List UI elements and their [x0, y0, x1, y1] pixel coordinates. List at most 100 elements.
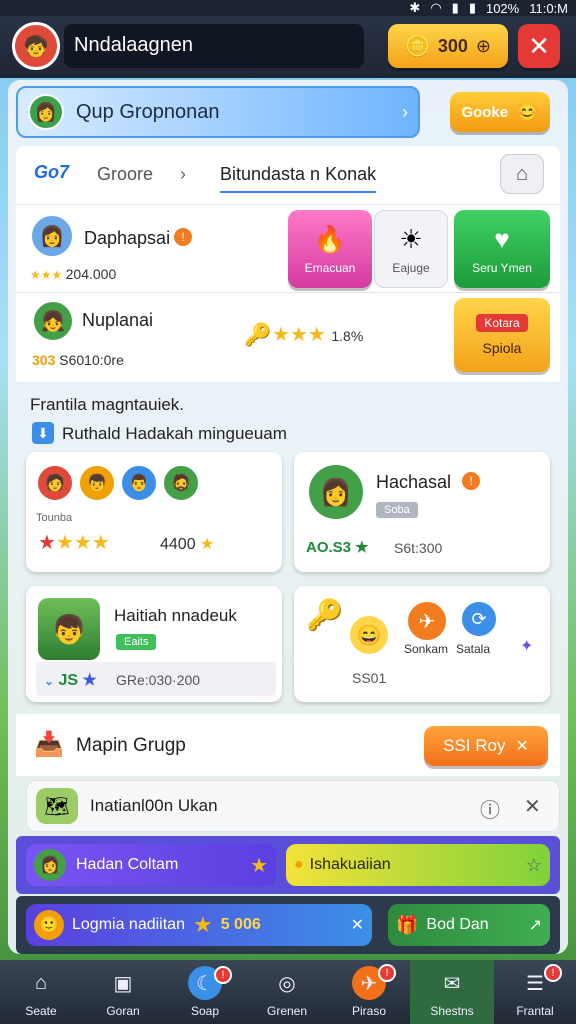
action-left-button[interactable]: 🙂 Logmia nadiitan ★ 5 006 ✕: [26, 904, 372, 946]
player-name: Nuplanai: [82, 310, 154, 330]
reward-avatar: 😄: [350, 616, 388, 654]
action-left-button[interactable]: 👩 Hadan Coltam ★: [26, 844, 276, 886]
close-icon[interactable]: ✕: [524, 794, 541, 819]
tab-label: Frantal: [516, 1004, 554, 1018]
section-title: Frantila magntauiek.: [30, 395, 185, 414]
avatar: 🧔: [162, 464, 200, 502]
info-icon[interactable]: !: [174, 228, 192, 246]
tab-label: Shestns: [430, 1004, 474, 1018]
tab-frantal[interactable]: ☰ Frantal !: [494, 960, 576, 1024]
team-score: 4400 ★: [160, 534, 214, 554]
avatar: 👨: [120, 464, 158, 502]
rating-stars: ★★★ 204.000: [30, 266, 117, 282]
page-title: Nndalaagnen: [74, 34, 193, 56]
tab-goran[interactable]: ▣ Goran: [82, 960, 164, 1024]
tab-shestns[interactable]: ✉ Shestns: [410, 960, 494, 1024]
reward-icon[interactable]: ⟳: [460, 600, 498, 638]
map-group-action: SSI Roy: [443, 736, 506, 755]
coin-button[interactable]: 🪙 300 ⊕: [388, 24, 508, 68]
player-avatar[interactable]: 👩: [30, 214, 74, 258]
score-value: 4400: [160, 536, 196, 553]
star-icon: ★: [192, 912, 213, 937]
tab-grenen[interactable]: ◎ Grenen: [246, 960, 328, 1024]
profile-name: Hachasal: [376, 472, 452, 492]
action-right-button[interactable]: ● Ishakuaiian ☆: [286, 844, 550, 886]
tab-soap[interactable]: ☾ Soap !: [164, 960, 246, 1024]
share-icon: ↗: [528, 917, 542, 934]
user-avatar[interactable]: 🧒: [12, 22, 60, 70]
send-button[interactable]: ♥ Seru Ymen: [454, 210, 550, 288]
clock-text: 11:0:M: [529, 0, 568, 16]
notification-thumb: 🗺: [36, 788, 78, 824]
stars-value: 1.8%: [331, 328, 364, 344]
map-group-button[interactable]: SSI Roy ✕: [424, 726, 548, 766]
group-action-button[interactable]: Gooke 😊: [450, 92, 550, 132]
info-circle-icon[interactable]: ⓘ: [480, 794, 500, 823]
tab-home[interactable]: ⌂ Seate: [0, 960, 82, 1024]
group-avatar: 👩: [28, 94, 64, 130]
coin-count: 300: [437, 35, 468, 56]
match-title: Haitiah nnadeuk: [114, 606, 237, 625]
player-name: Daphapsai: [84, 228, 171, 248]
breadcrumb-second[interactable]: Bitundasta n Konak: [220, 164, 377, 193]
match-right: GRe:030·200: [116, 672, 201, 688]
action-label: Hadan Coltam: [76, 856, 179, 873]
tab-piraso[interactable]: ✈ Piraso !: [328, 960, 410, 1024]
info-icon[interactable]: !: [462, 472, 480, 490]
app-logo: Go7: [34, 162, 70, 182]
reward-icon[interactable]: ✈: [406, 600, 448, 642]
player-rating: S6010:0re: [59, 352, 124, 368]
rating-stars: ★★★★: [38, 532, 110, 554]
profile-score-a: AO.S3 ★: [306, 539, 369, 556]
signal-icon: ▮: [451, 0, 459, 15]
special-button[interactable]: Kotara Spiola: [454, 298, 550, 372]
close-button[interactable]: ✕: [518, 24, 560, 68]
rating-stars: ★★★ 1.8%: [272, 324, 364, 346]
flame-icon: 🔥: [313, 223, 347, 254]
match-left-value: JS: [58, 672, 79, 689]
player-avatar[interactable]: 👧: [32, 300, 74, 342]
tag-button-primary[interactable]: 🔥 Emacuan: [288, 210, 372, 288]
battery-text: 102%: [485, 0, 520, 16]
profile-score-b: S6t:300: [394, 540, 443, 556]
score-value: AO.S3: [306, 539, 352, 556]
avatar: 👦: [78, 464, 116, 502]
action-label: Logmia nadiitan: [72, 916, 185, 933]
player-stats: 303 S6010:0re: [32, 352, 124, 368]
status-bar: ✱ ◠ ▮ ▮ 102% 11:0:M: [0, 0, 576, 16]
star-outline-icon: ☆: [525, 854, 542, 875]
tab-label: Grenen: [266, 1004, 308, 1018]
tag-label: Emacuan: [304, 260, 356, 275]
match-tag: Eaits: [116, 634, 157, 650]
token-icon: ●: [294, 856, 304, 873]
tag-button-secondary[interactable]: ☀ Eajuge: [374, 210, 448, 288]
signal-icon: ▮: [468, 0, 476, 15]
tag-label: Eajuge: [392, 260, 430, 275]
coin-icon: 🪙: [404, 35, 430, 58]
key-icon: 🔑: [244, 322, 272, 347]
group-banner[interactable]: 👩 Qup Gropnonan ›: [16, 86, 420, 138]
player-rating: 204.000: [65, 266, 117, 282]
star-icon: ★: [200, 536, 215, 553]
close-icon: ✕: [350, 917, 364, 934]
score-label: 303: [32, 352, 56, 368]
avatar: 🧑: [36, 464, 74, 502]
section-subtitle: Ruthald Hadakah mingueuam: [62, 424, 287, 443]
home-button[interactable]: ⌂: [500, 154, 544, 194]
notification-badge: !: [214, 966, 232, 984]
sun-icon: ☀: [399, 223, 423, 254]
close-icon: ✕: [515, 738, 529, 755]
team-avatars: 🧑 👦 👨 🧔: [36, 464, 200, 502]
camera-icon: ▣: [113, 972, 133, 995]
action-right-button[interactable]: 🎁 Bod Dan ↗: [388, 904, 550, 946]
heart-icon: ♥: [494, 223, 510, 254]
reward-label: Satala: [456, 642, 491, 656]
wifi-icon: ◠: [430, 0, 442, 15]
reward-label: Sonkam: [404, 642, 449, 656]
chevron-right-icon: ›: [180, 164, 186, 184]
gift-icon: 🎁: [396, 914, 419, 935]
user-icon: ◎: [278, 972, 296, 995]
special-label: Spiola: [482, 340, 522, 356]
breadcrumb-first[interactable]: Groore: [97, 164, 153, 185]
special-badge: Kotara: [476, 314, 528, 332]
